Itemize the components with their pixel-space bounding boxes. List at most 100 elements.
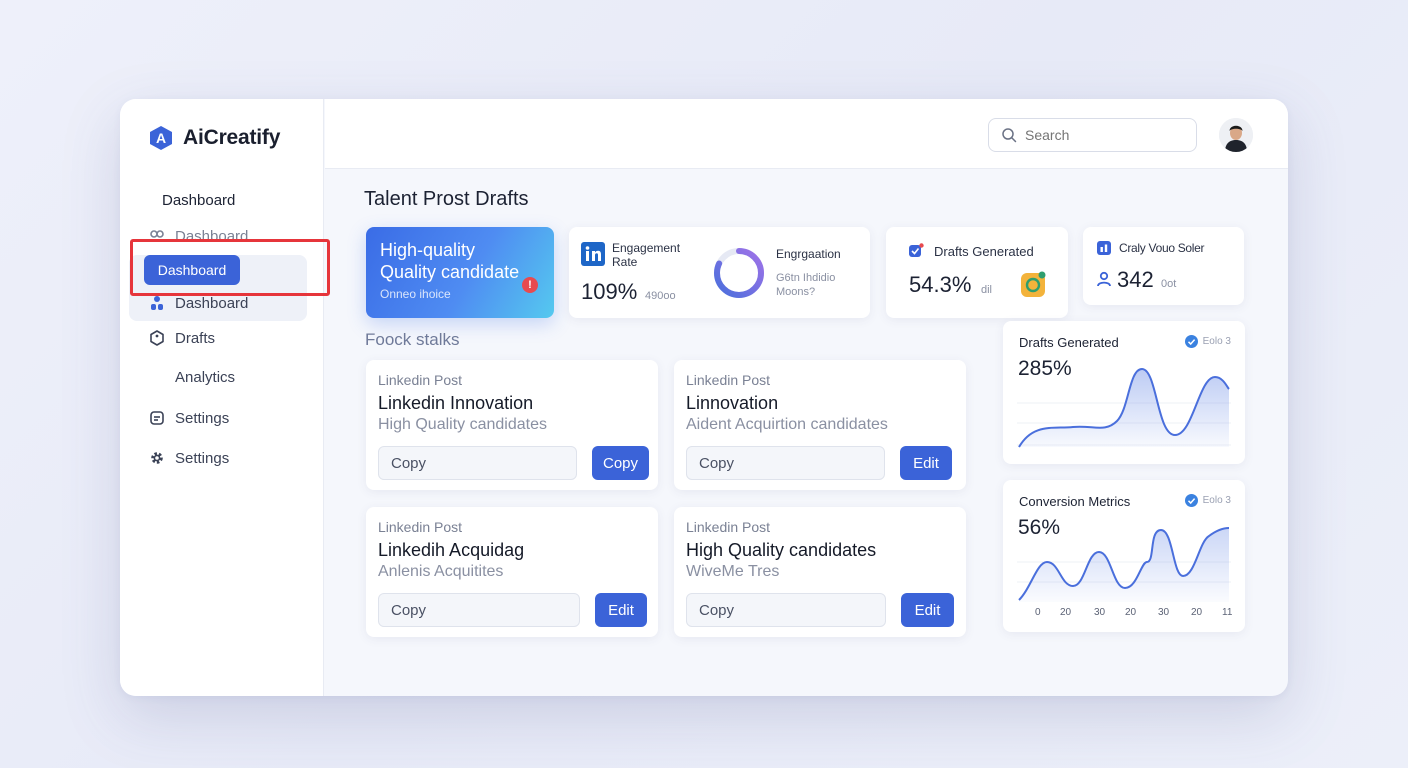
top-bar xyxy=(325,99,1288,169)
hero-title-line1: High-quality xyxy=(380,240,476,260)
post-title: Linkedih Acquidag xyxy=(378,540,525,560)
search-input[interactable] xyxy=(1025,127,1175,143)
brand-name: AiCreatify xyxy=(183,126,281,149)
drafts-generated-chart-card[interactable]: Drafts Generated Eolo 3 285% xyxy=(1003,321,1245,464)
chart-badge: Eolo 3 xyxy=(1184,494,1231,507)
user-icon xyxy=(1097,271,1111,287)
sidebar-item-label: Dashboard xyxy=(157,262,227,278)
sidebar-item-settings-2[interactable]: Settings xyxy=(148,449,229,467)
post-card: Linkedin Post High Quality candidates Wi… xyxy=(674,507,966,637)
hexagon-icon xyxy=(150,330,164,346)
copy-field[interactable]: Copy xyxy=(686,593,886,627)
search-icon xyxy=(1002,128,1017,143)
sidebar-item-dashboard-active[interactable]: Dashboard xyxy=(144,255,240,285)
checkbox-icon xyxy=(909,243,924,257)
area-chart xyxy=(1017,527,1231,602)
edit-button[interactable]: Edit xyxy=(900,446,952,480)
donut-sub1: G6tn Ihdidio xyxy=(776,272,836,284)
post-type: Linkedin Post xyxy=(378,519,463,535)
post-subtitle: High Quality candidates xyxy=(378,416,547,433)
x-tick: 20 xyxy=(1125,607,1137,618)
calendar-icon xyxy=(150,411,164,425)
svg-text:A: A xyxy=(156,130,166,146)
sidebar: A AiCreatify Dashboard Dashboard Dashboa… xyxy=(120,99,324,696)
app-icon xyxy=(1021,271,1046,297)
sidebar-item-analytics[interactable]: Analytics xyxy=(175,369,235,386)
post-title: Linnovation xyxy=(686,393,779,413)
section-title: Foock stalks xyxy=(365,330,460,349)
post-type: Linkedin Post xyxy=(686,372,771,388)
x-tick: 30 xyxy=(1158,607,1170,618)
drafts-generated-card[interactable]: Drafts Generated 54.3% dil xyxy=(886,227,1068,318)
chart-title: Drafts Generated xyxy=(1019,335,1119,350)
sidebar-item-drafts[interactable]: Drafts xyxy=(148,329,215,347)
sidebar-item-dashboard-3[interactable]: Dashboard xyxy=(148,294,248,312)
edit-button[interactable]: Edit xyxy=(901,593,954,627)
area-chart xyxy=(1017,367,1231,448)
copy-field[interactable]: Copy xyxy=(378,446,577,480)
post-subtitle: WiveMe Tres xyxy=(686,563,780,580)
engagement-card[interactable]: Engagement Rate 109% 490oo Engrgaation G… xyxy=(569,227,870,318)
conversion-metrics-chart-card[interactable]: Conversion Metrics Eolo 3 56% 0 20 30 20 xyxy=(1003,480,1245,632)
crafty-value: 342 xyxy=(1117,267,1154,292)
sidebar-item-label: Dashboard xyxy=(175,227,249,245)
people-icon xyxy=(150,230,164,238)
check-circle-icon xyxy=(1184,335,1198,348)
drafts-generated-extra: dil xyxy=(981,284,993,296)
post-type: Linkedin Post xyxy=(686,519,771,535)
check-circle-icon xyxy=(1184,494,1198,507)
user-avatar-icon xyxy=(1219,118,1253,152)
avatar[interactable] xyxy=(1219,118,1253,152)
x-tick: 30 xyxy=(1094,607,1106,618)
app-window: A AiCreatify Dashboard Dashboard Dashboa… xyxy=(120,99,1288,696)
chart-badge: Eolo 3 xyxy=(1184,335,1231,348)
drafts-generated-label: Drafts Generated xyxy=(934,244,1034,259)
donut-sub2: Moons? xyxy=(776,286,816,298)
sidebar-item-label: Dashboard xyxy=(162,192,236,209)
search-box[interactable] xyxy=(988,118,1197,152)
hero-subtitle: Onneo ihoice xyxy=(380,287,451,301)
drafts-generated-value: 54.3% xyxy=(909,272,972,297)
chart-badge-label: Eolo 3 xyxy=(1202,336,1231,347)
linkedin-icon xyxy=(581,242,605,266)
sidebar-item-label: Analytics xyxy=(175,369,236,386)
chart-title: Conversion Metrics xyxy=(1019,494,1131,509)
users-icon xyxy=(151,296,163,310)
gear-icon xyxy=(151,452,163,464)
post-type: Linkedin Post xyxy=(378,372,463,388)
sidebar-item-label: Drafts xyxy=(175,329,216,347)
post-subtitle: Anlenis Acquitites xyxy=(378,563,504,580)
sidebar-item-settings[interactable]: Settings xyxy=(148,409,229,427)
x-tick: 20 xyxy=(1191,607,1203,618)
chart-bar-icon xyxy=(1097,241,1111,255)
engagement-label-2: Rate xyxy=(612,255,638,269)
logo-icon: A xyxy=(150,126,172,150)
hero-card[interactable]: High-quality Quality candidate Onneo iho… xyxy=(366,227,554,318)
chart-badge-label: Eolo 3 xyxy=(1202,495,1231,506)
post-title: High Quality candidates xyxy=(686,540,877,560)
hero-title-line2: Quality candidate xyxy=(380,262,520,282)
sidebar-item-label: Settings xyxy=(175,409,230,427)
donut-title: Engrgaation xyxy=(776,247,841,261)
post-card: Linkedin Post Linkedin Innovation High Q… xyxy=(366,360,658,490)
engagement-label: Engagement xyxy=(612,241,681,255)
sidebar-item-label: Settings xyxy=(175,449,230,467)
engagement-donut xyxy=(714,248,764,298)
post-subtitle: Aident Acquirtion candidates xyxy=(686,416,888,433)
x-tick: 0 xyxy=(1035,607,1041,618)
page-title: Talent Prost Drafts xyxy=(364,188,529,210)
crafty-label: Craly Vouo Soler xyxy=(1119,241,1205,255)
alert-badge: ! xyxy=(522,277,538,293)
crafty-card[interactable]: Craly Vouo Soler 342 0ot xyxy=(1083,227,1244,305)
post-title: Linkedin Innovation xyxy=(378,393,534,413)
post-card: Linkedin Post Linnovation Aident Acquirt… xyxy=(674,360,966,490)
post-card: Linkedin Post Linkedih Acquidag Anlenis … xyxy=(366,507,658,637)
brand[interactable]: A AiCreatify xyxy=(148,125,280,151)
sidebar-item-dashboard[interactable]: Dashboard xyxy=(162,192,235,209)
copy-field[interactable]: Copy xyxy=(378,593,580,627)
copy-field[interactable]: Copy xyxy=(686,446,885,480)
engagement-value: 109% xyxy=(581,279,638,304)
copy-button[interactable]: Copy xyxy=(592,446,649,480)
sidebar-item-dashboard-2[interactable]: Dashboard xyxy=(148,227,248,245)
edit-button[interactable]: Edit xyxy=(595,593,647,627)
